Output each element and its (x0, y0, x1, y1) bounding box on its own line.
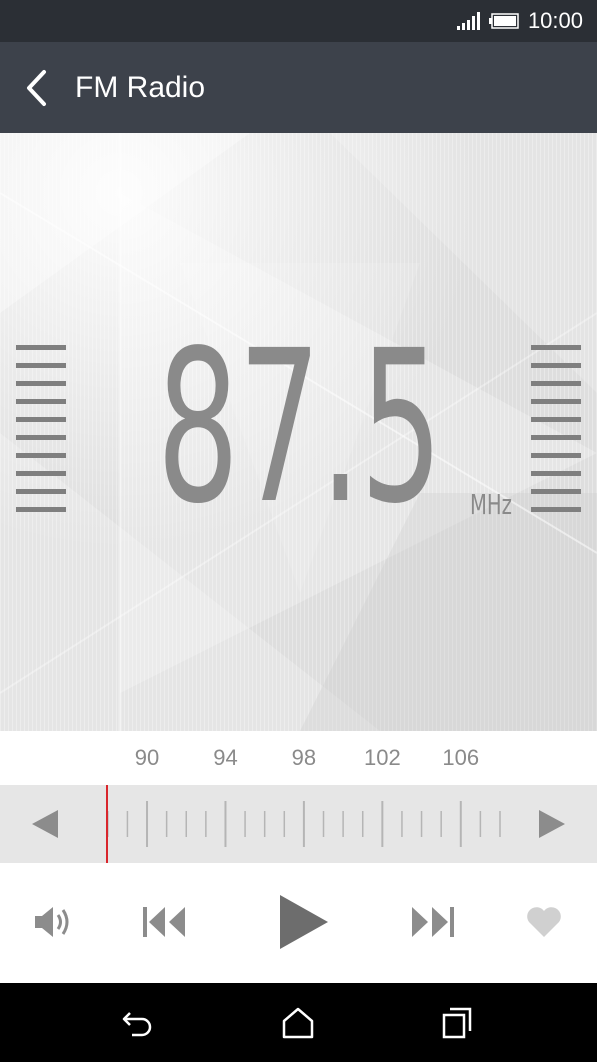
battery-icon (489, 13, 519, 29)
scale-label: 102 (363, 745, 401, 770)
frequency-display: 87.5 MHz (0, 133, 597, 731)
scale-label: 90 (134, 745, 160, 770)
seek-down-bars[interactable] (16, 345, 66, 519)
tuner-scale-labels: 90 94 98 102 106 (0, 731, 597, 785)
tune-right-arrow-icon[interactable] (535, 807, 569, 841)
status-bar: 10:00 (0, 0, 597, 42)
back-button[interactable] (18, 66, 58, 110)
signal-icon (457, 12, 480, 30)
favorite-heart-icon[interactable] (524, 905, 564, 939)
tuner-strip[interactable] (0, 785, 597, 863)
next-station-icon[interactable] (410, 905, 456, 939)
previous-station-icon[interactable] (141, 905, 187, 939)
back-icon[interactable] (120, 1005, 156, 1041)
status-clock: 10:00 (527, 8, 583, 33)
scale-label: 106 (442, 745, 480, 770)
playback-controls (0, 863, 597, 983)
seek-up-bars[interactable] (531, 345, 581, 519)
home-icon[interactable] (280, 1005, 316, 1041)
scale-label: 94 (213, 745, 238, 770)
scale-label: 98 (291, 745, 317, 770)
frequency-value: 87.5 (156, 305, 443, 550)
chevron-left-icon (27, 70, 46, 106)
tuner-dial[interactable] (0, 785, 597, 863)
page-title: FM Radio (75, 71, 206, 104)
recent-apps-icon[interactable] (440, 1005, 476, 1041)
play-icon[interactable] (276, 893, 330, 951)
system-nav-bar (0, 983, 597, 1062)
app-bar: FM Radio (0, 42, 597, 133)
frequency-unit: MHz (470, 488, 512, 521)
speaker-icon[interactable] (33, 903, 75, 941)
